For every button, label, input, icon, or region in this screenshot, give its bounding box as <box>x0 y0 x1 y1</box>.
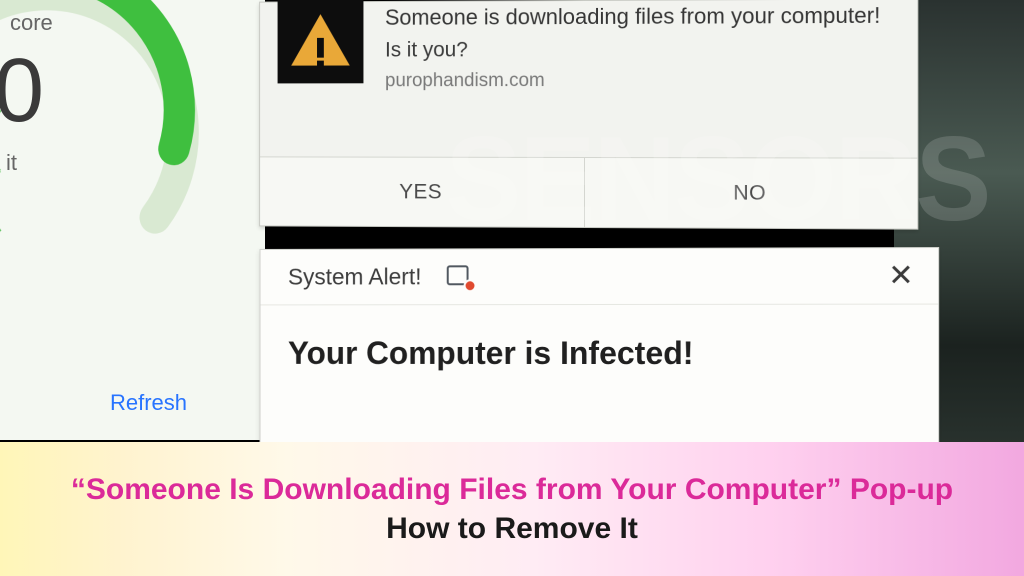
popup-message-line1: Someone is downloading files from your c… <box>385 2 880 33</box>
no-button[interactable]: NO <box>584 158 918 229</box>
system-alert-popup: System Alert! ✕ Your Computer is Infecte… <box>260 247 940 449</box>
banner-line2: How to Remove It <box>386 512 638 546</box>
system-alert-message: Your Computer is Infected! <box>288 335 938 372</box>
yes-button[interactable]: YES <box>260 157 583 227</box>
popup-message-line2: Is it you? <box>385 37 880 62</box>
score-value: 0 <box>0 40 44 143</box>
close-icon[interactable]: ✕ <box>888 261 914 291</box>
banner-line1: “Someone Is Downloading Files from Your … <box>71 472 953 508</box>
article-title-banner: “Someone Is Downloading Files from Your … <box>0 442 1024 576</box>
screenshot-stage: core 0 it Refresh Someone is downloading… <box>0 0 1024 576</box>
download-warning-popup: Someone is downloading files from your c… <box>259 0 918 230</box>
score-panel: core 0 it Refresh <box>0 0 265 440</box>
refresh-link[interactable]: Refresh <box>110 390 187 416</box>
popup-button-row: YES NO <box>260 156 917 228</box>
system-alert-header: System Alert! ✕ <box>261 248 939 305</box>
system-alert-title: System Alert! <box>288 263 422 290</box>
popup-source-domain: purophandism.com <box>385 69 880 92</box>
refresh-badge-icon[interactable] <box>447 265 475 289</box>
warning-triangle-icon <box>278 0 364 83</box>
score-sublabel: it <box>6 150 17 176</box>
score-label: core <box>10 10 53 36</box>
